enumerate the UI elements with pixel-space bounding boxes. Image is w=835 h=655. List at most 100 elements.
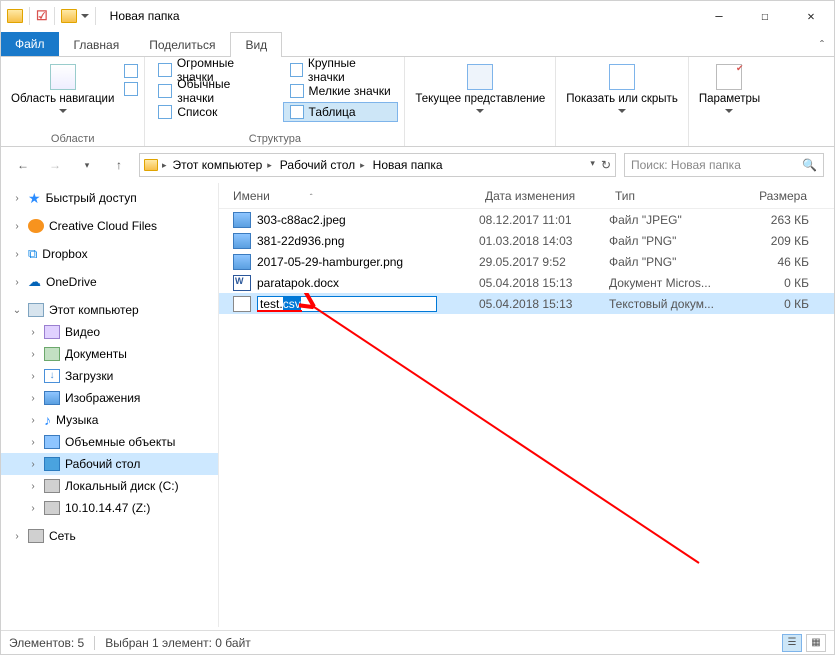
tab-share[interactable]: Поделиться (134, 32, 230, 57)
ribbon-collapse-icon[interactable]: ˆ (810, 34, 834, 56)
qat-dropdown-icon[interactable] (81, 14, 89, 18)
tree-images[interactable]: ›Изображения (1, 387, 218, 409)
file-type-icon (233, 275, 251, 291)
video-icon (44, 325, 60, 339)
annotation-underline (257, 310, 302, 312)
view-list[interactable]: Список (151, 102, 276, 122)
file-row[interactable]: 381-22d936.png01.03.2018 14:03Файл "PNG"… (219, 230, 834, 251)
address-icons: ▾ ↻ (590, 158, 611, 172)
back-button[interactable]: ← (11, 153, 35, 177)
tab-home[interactable]: Главная (59, 32, 135, 57)
options-button[interactable]: ✔ Параметры (695, 60, 764, 131)
expand-icon[interactable]: › (27, 393, 39, 404)
star-icon: ★ (28, 190, 41, 207)
chevron-right-icon: ▸ (360, 160, 365, 171)
tree-music[interactable]: ›♪Музыка (1, 409, 218, 431)
tree-quick-access[interactable]: ›★Быстрый доступ (1, 187, 218, 209)
column-headers: Имени ˆ Дата изменения Тип Размера (219, 183, 834, 209)
expand-icon[interactable]: › (27, 349, 39, 360)
expand-icon[interactable]: › (27, 371, 39, 382)
expand-icon[interactable]: › (11, 249, 23, 260)
file-date: 05.04.2018 15:13 (479, 276, 609, 290)
view-normal-icons[interactable]: Обычные значки (151, 81, 276, 101)
file-row[interactable]: paratapok.docx05.04.2018 15:13Документ M… (219, 272, 834, 293)
tree-videos[interactable]: ›Видео (1, 321, 218, 343)
ribbon-group-layout: Огромные значки Крупные значки Обычные з… (145, 57, 405, 146)
search-input[interactable]: Поиск: Новая папка 🔍 (624, 153, 824, 177)
col-name[interactable]: Имени ˆ (233, 189, 485, 203)
file-row[interactable]: 2017-05-29-hamburger.png29.05.2017 9:52Ф… (219, 251, 834, 272)
preview-pane-icon[interactable] (124, 64, 138, 78)
tree-downloads[interactable]: ›↓Загрузки (1, 365, 218, 387)
col-date[interactable]: Дата изменения (485, 189, 615, 203)
tree-documents[interactable]: ›Документы (1, 343, 218, 365)
tree-this-pc[interactable]: ⌄Этот компьютер (1, 299, 218, 321)
tree-disk-z[interactable]: ›10.10.14.47 (Z:) (1, 497, 218, 519)
separator-icon: ▸ (162, 160, 167, 171)
tab-view[interactable]: Вид (230, 32, 282, 57)
expand-icon[interactable]: › (11, 277, 23, 288)
desktop-icon (44, 457, 60, 471)
expand-icon[interactable]: › (11, 221, 23, 232)
show-hide-button[interactable]: Показать или скрыть (562, 60, 682, 131)
view-large-icons[interactable]: Крупные значки (283, 60, 399, 80)
refresh-icon[interactable]: ↻ (601, 158, 611, 172)
tree-disk-c[interactable]: › Локальный диск (C:) (1, 475, 218, 497)
breadcrumb-folder[interactable]: Новая папка (371, 156, 445, 174)
address-bar[interactable]: ▸ Этот компьютер▸ Рабочий стол▸ Новая па… (139, 153, 616, 177)
expand-icon[interactable]: › (27, 415, 39, 426)
current-view-label: Текущее представление (415, 93, 545, 106)
view-details[interactable]: Таблица (283, 102, 399, 122)
close-button[interactable]: ✕ (788, 1, 834, 31)
file-name: 381-22d936.png (257, 234, 344, 248)
view-small-icons[interactable]: Мелкие значки (283, 81, 399, 101)
tree-label: Локальный диск (C:) (65, 479, 179, 493)
file-type-icon (233, 212, 251, 228)
collapse-icon[interactable]: ⌄ (11, 305, 23, 316)
expand-icon[interactable]: › (27, 327, 39, 338)
tree-3d-objects[interactable]: › Объемные объекты (1, 431, 218, 453)
maximize-button[interactable]: ☐ (742, 1, 788, 31)
expand-icon[interactable]: › (11, 193, 23, 204)
breadcrumb-desktop[interactable]: Рабочий стол▸ (278, 156, 367, 174)
sort-ascending-icon: ˆ (310, 193, 313, 202)
col-size[interactable]: Размера (745, 189, 815, 203)
expand-icon[interactable]: › (27, 459, 39, 470)
forward-button[interactable]: → (43, 153, 67, 177)
file-row[interactable]: 303-c88ac2.jpeg08.12.2017 11:01Файл "JPE… (219, 209, 834, 230)
folder-icon[interactable] (61, 9, 77, 23)
col-type[interactable]: Тип (615, 189, 745, 203)
col-label: Имени (233, 189, 270, 203)
file-row[interactable]: test.csv05.04.2018 15:13Текстовый докум.… (219, 293, 834, 314)
dropdown-icon[interactable]: ▾ (590, 158, 595, 172)
status-item-count: Элементов: 5 (9, 636, 84, 650)
chevron-right-icon: ▸ (267, 160, 272, 171)
minimize-button[interactable]: — (696, 1, 742, 31)
tree-creative-cloud[interactable]: ›Creative Cloud Files (1, 215, 218, 237)
details-pane-icon[interactable] (124, 82, 138, 96)
expand-icon[interactable]: › (27, 503, 39, 514)
group-label-empty (695, 131, 764, 145)
nav-pane-button[interactable]: Область навигации (7, 60, 118, 131)
images-icon (44, 391, 60, 405)
music-icon: ♪ (44, 412, 51, 428)
downloads-icon: ↓ (44, 369, 60, 383)
ribbon-group-currentview: Текущее представление (405, 57, 556, 146)
expand-icon[interactable]: › (11, 531, 23, 542)
thumbnails-view-toggle[interactable]: ▦ (806, 634, 826, 652)
properties-icon[interactable]: ☑ (36, 8, 48, 24)
tree-onedrive[interactable]: ›☁OneDrive (1, 271, 218, 293)
tree-desktop[interactable]: ›Рабочий стол (1, 453, 218, 475)
tree-label: Объемные объекты (65, 435, 175, 449)
tree-dropbox[interactable]: ›⧉Dropbox (1, 243, 218, 265)
recent-locations-button[interactable]: ▾ (75, 153, 99, 177)
up-button[interactable]: ↑ (107, 153, 131, 177)
tab-file[interactable]: Файл (1, 32, 59, 56)
details-view-toggle[interactable]: ☰ (782, 634, 802, 652)
expand-icon[interactable]: › (27, 481, 39, 492)
tree-network[interactable]: ›Сеть (1, 525, 218, 547)
navigation-pane[interactable]: ›★Быстрый доступ ›Creative Cloud Files ›… (1, 183, 219, 627)
expand-icon[interactable]: › (27, 437, 39, 448)
current-view-button[interactable]: Текущее представление (411, 60, 549, 131)
breadcrumb-pc[interactable]: Этот компьютер▸ (171, 156, 274, 174)
